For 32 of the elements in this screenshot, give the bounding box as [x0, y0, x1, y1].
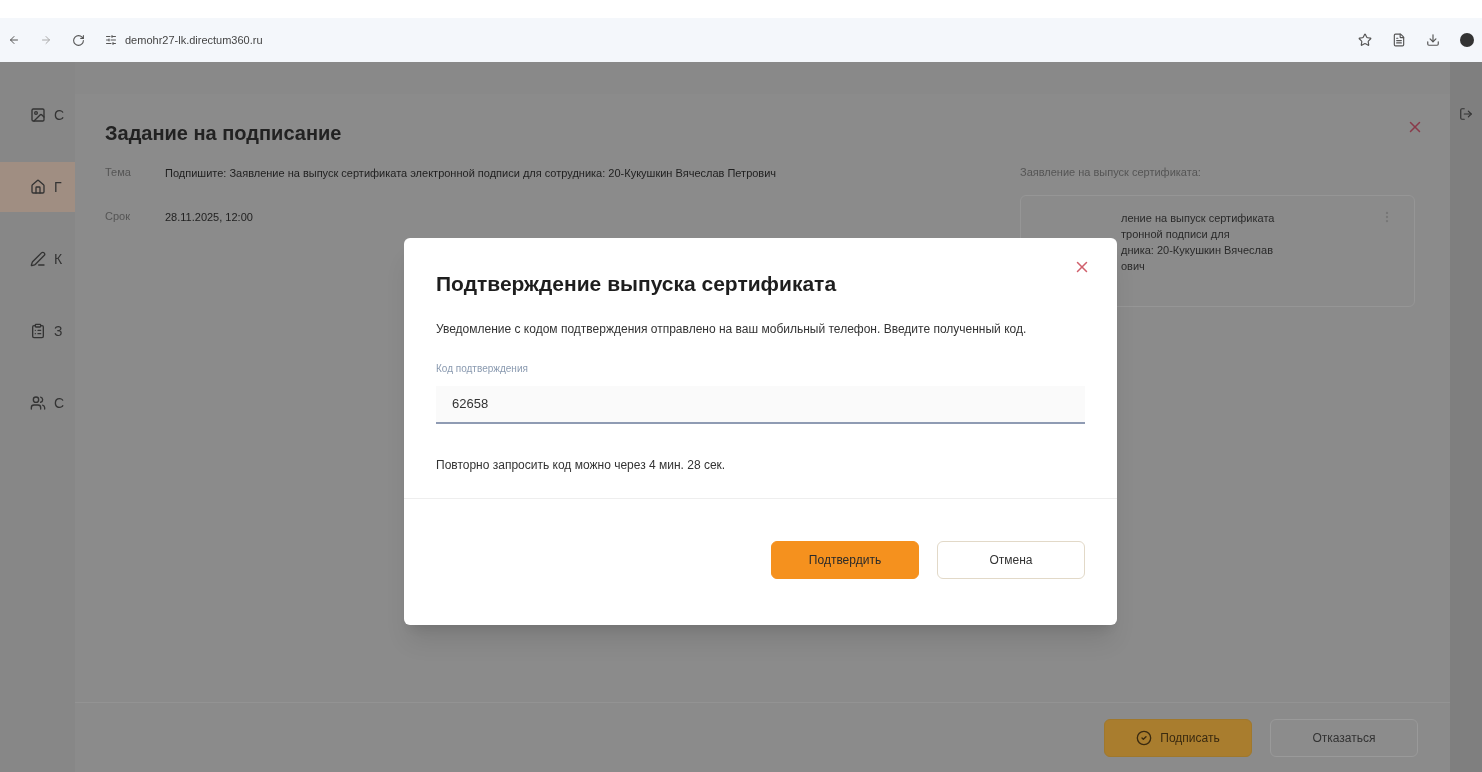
star-icon[interactable] — [1358, 33, 1372, 47]
dialog-message: Уведомление с кодом подтверждения отправлено на ваш мобильный телефон. Введите полученный код. — [436, 320, 1028, 338]
picture-icon — [30, 107, 46, 123]
resend-note: Повторно запросить код можно через 4 мин. 28 сек. — [435, 456, 727, 474]
people-icon — [30, 395, 46, 411]
attachment-text: тронной подписи для — [1121, 226, 1231, 242]
site-settings-icon[interactable] — [105, 34, 117, 46]
sidebar-item[interactable]: Г — [0, 162, 75, 212]
attachment-text: ович — [1121, 258, 1146, 274]
field-label: Код подтверждения — [436, 361, 529, 376]
dialog-title: Подтверждение выпуска сертификата — [436, 271, 837, 297]
pen-icon — [30, 251, 46, 267]
code-input[interactable]: 62658 — [436, 385, 1085, 424]
reload-icon[interactable] — [72, 33, 85, 47]
attachment-text: ление на выпуск сертификата — [1121, 210, 1276, 226]
attachment-text: дника: 20-Кукушкин Вячеслав — [1121, 242, 1274, 258]
cancel-button[interactable]: Отказаться — [1270, 718, 1418, 757]
panel-title: Задание на подписание — [105, 121, 342, 146]
clipboard-icon — [30, 323, 46, 339]
address-url[interactable]: demohr27-lk.directum360.ru — [125, 31, 263, 49]
cancel-button[interactable]: Отмена — [937, 540, 1085, 579]
primary-button[interactable]: Подписать — [1104, 718, 1252, 757]
check-circle-icon — [1136, 729, 1153, 746]
field-value: Подпишите: Заявление на выпуск сертификата электронной подписи для сотрудника: 20-Кукушкин Вячеслав Петрович — [165, 166, 778, 181]
document-icon[interactable] — [1392, 33, 1406, 47]
profile-avatar[interactable] — [1460, 33, 1474, 47]
field-value: 28.11.2025, 12:00 — [165, 210, 254, 225]
download-icon[interactable] — [1426, 33, 1440, 47]
logout-icon[interactable] — [1459, 107, 1473, 121]
home-icon — [30, 179, 46, 195]
primary-button[interactable]: Подтвердить — [771, 540, 919, 579]
back-icon[interactable] — [8, 34, 20, 46]
